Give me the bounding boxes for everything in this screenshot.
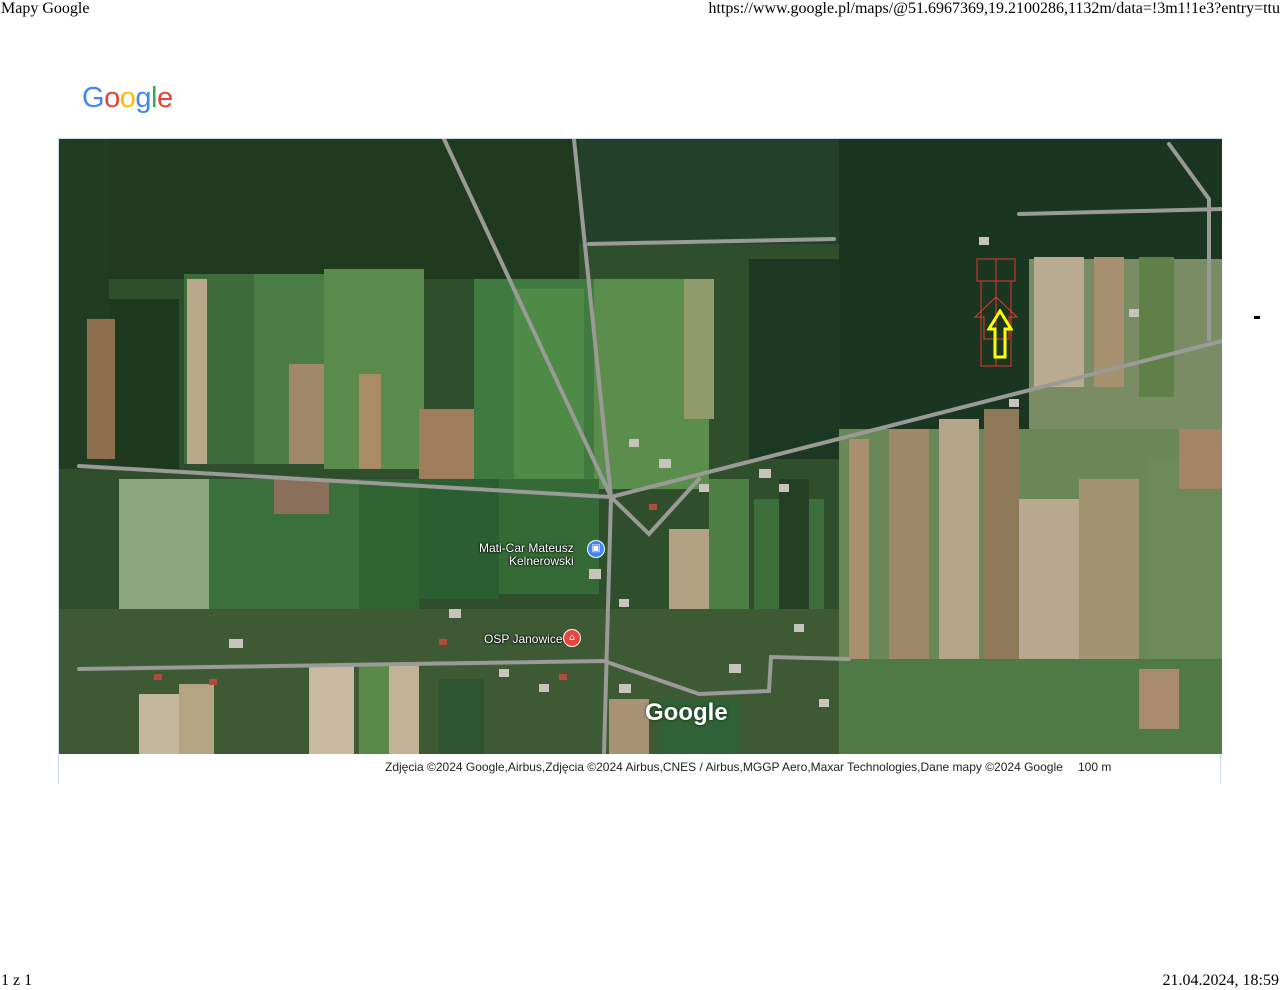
side-mark <box>1254 316 1260 319</box>
print-header-title: Mapy Google <box>1 0 90 17</box>
print-header-url[interactable]: https://www.google.pl/maps/@51.6967369,1… <box>708 0 1280 18</box>
map-footer: Zdjęcia ©2024 Google,Airbus,Zdjęcia ©202… <box>59 754 1220 784</box>
logo-letter: o <box>104 82 120 114</box>
poi-label-mati-car[interactable]: Mati-Car Mateusz Kelnerowski <box>479 542 574 568</box>
logo-letter: e <box>156 82 173 114</box>
poi-name-line1: OSP Janowice <box>484 632 563 646</box>
print-footer-page: 1 z 1 <box>1 972 33 989</box>
logo-letter: g <box>135 82 151 114</box>
google-map-watermark: Google <box>645 699 728 726</box>
satellite-map[interactable]: Mati-Car Mateusz Kelnerowski ▣ OSP Janow… <box>59 139 1222 754</box>
logo-letter: o <box>119 82 136 114</box>
map-frame: Mati-Car Mateusz Kelnerowski ▣ OSP Janow… <box>58 138 1222 784</box>
google-logo: Google <box>82 82 173 115</box>
poi-label-osp-janowice[interactable]: OSP Janowice <box>484 633 563 646</box>
shopping-bag-icon[interactable]: ▣ <box>587 540 605 558</box>
poi-name-line2: Kelnerowski <box>508 554 574 568</box>
arrow-up-icon[interactable] <box>987 309 1013 361</box>
logo-letter: G <box>82 82 105 114</box>
map-attribution: Zdjęcia ©2024 Google,Airbus,Zdjęcia ©202… <box>385 760 1063 774</box>
scale-bar-label[interactable]: 100 m <box>1078 760 1111 774</box>
print-footer-datetime: 21.04.2024, 18:59 <box>1162 972 1279 989</box>
fire-station-icon[interactable]: ⌂ <box>563 629 581 647</box>
satellite-imagery <box>59 139 1222 754</box>
